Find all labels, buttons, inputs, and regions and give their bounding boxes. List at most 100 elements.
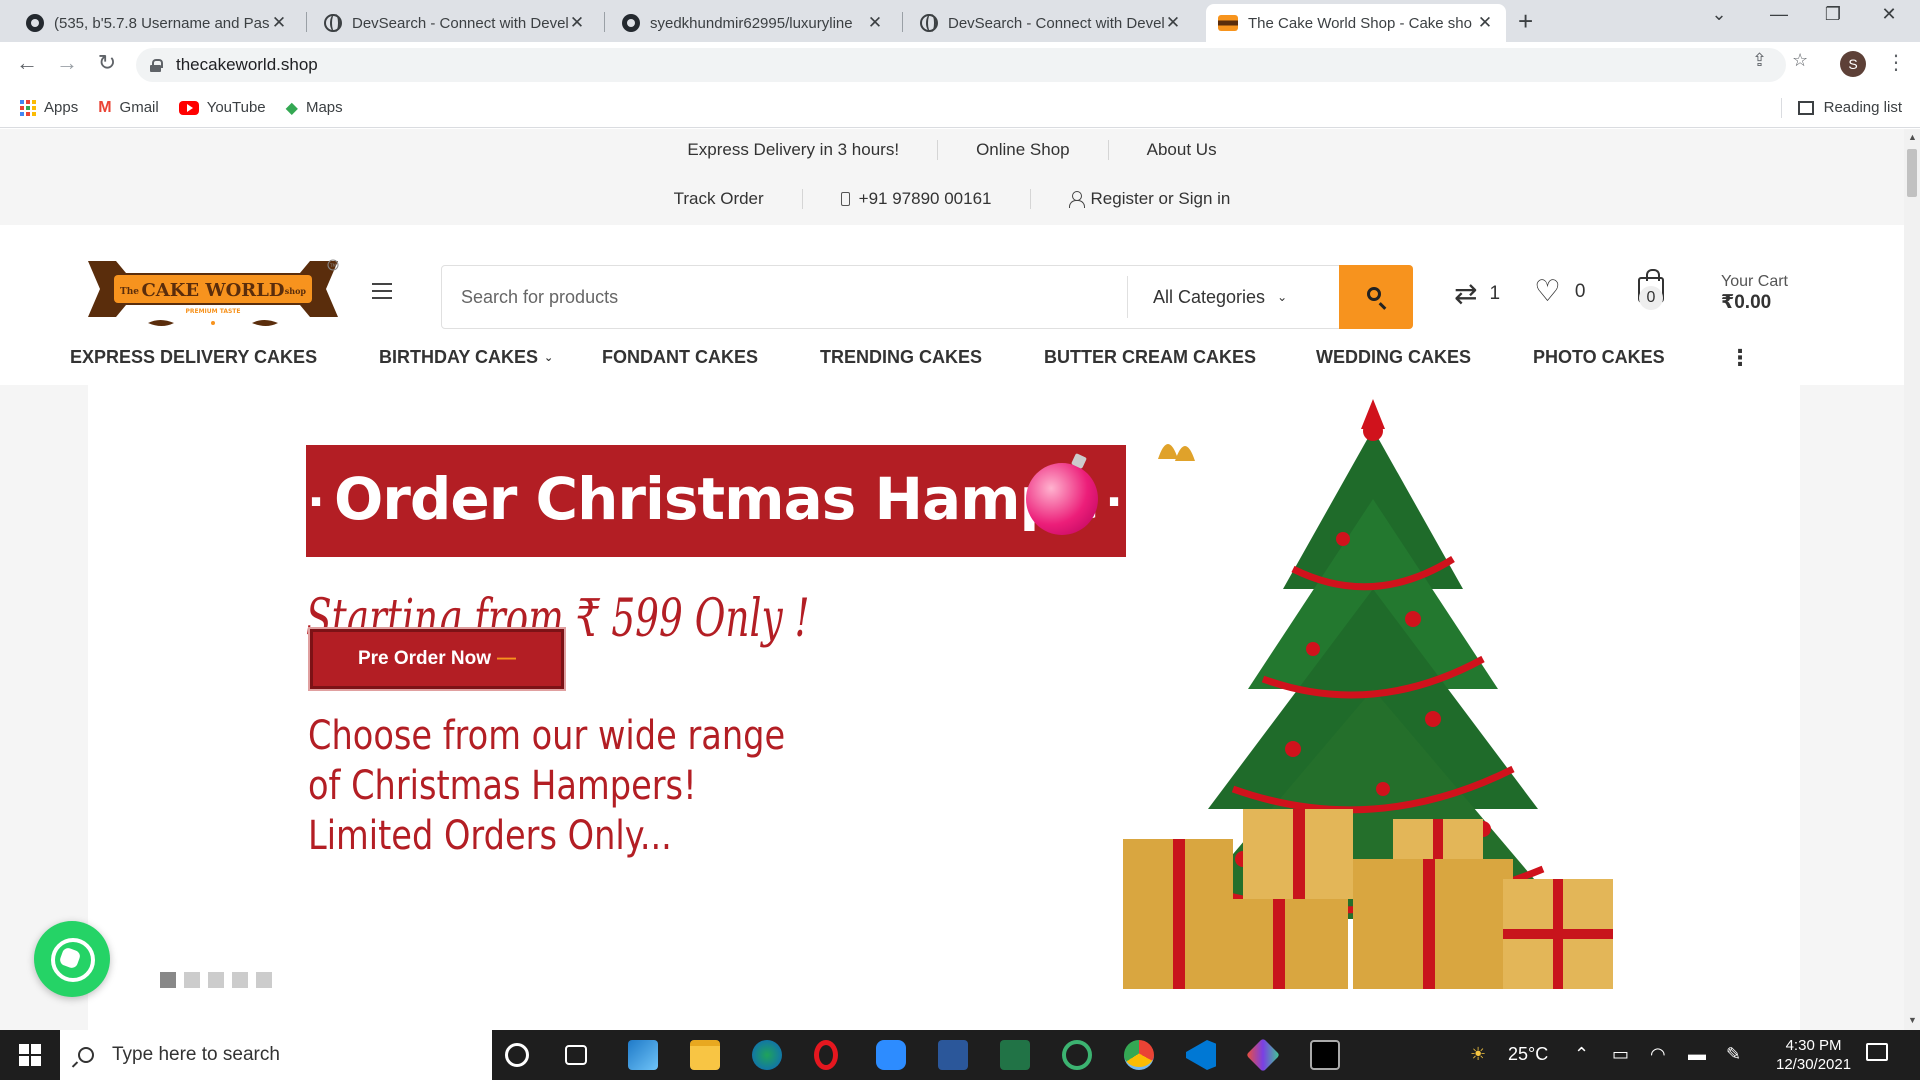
slider-dot[interactable] [208,972,224,988]
share-icon[interactable]: ⇪ [1752,50,1767,71]
file-explorer-icon[interactable] [690,1040,720,1070]
nav-butter-cream-cakes[interactable]: BUTTER CREAM CAKES [1044,347,1256,368]
nav-express-delivery-cakes[interactable]: EXPRESS DELIVERY CAKES [70,347,317,368]
opera-icon[interactable] [814,1040,838,1070]
pre-order-button[interactable]: Pre Order Now — [310,629,564,689]
slider-dot[interactable] [232,972,248,988]
restore-icon[interactable]: ❐ [1810,4,1856,25]
slider-dot[interactable] [160,972,176,988]
nav-birthday-cakes[interactable]: BIRTHDAY CAKES ⌄ [379,347,553,368]
track-order-link[interactable]: Track Order [674,189,764,209]
file-transfer-icon[interactable] [628,1040,658,1070]
wishlist-button[interactable]: ♡ 0 [1534,277,1585,307]
taskbar-search[interactable]: Type here to search [60,1030,492,1080]
tray-chevron-up-icon[interactable]: ⌃ [1574,1044,1589,1065]
online-shop-link[interactable]: Online Shop [976,140,1070,160]
pen-icon[interactable]: ✎ [1726,1044,1741,1065]
wifi-icon[interactable]: ◠ [1650,1044,1666,1065]
browser-tab[interactable]: DevSearch - Connect with Develo ✕ [312,4,598,42]
git-app-icon[interactable] [1246,1038,1280,1072]
gmail-icon: M [98,98,112,116]
page-scrollbar[interactable]: ▲ ▼ [1904,129,1920,1030]
lock-icon[interactable] [150,58,163,72]
close-window-icon[interactable]: ✕ [1866,4,1912,25]
close-icon[interactable]: ✕ [866,13,884,33]
more-menu-icon[interactable]: ⋮ [1729,347,1751,369]
browser-tab[interactable]: DevSearch - Connect with Develo ✕ [908,4,1194,42]
menu-hamburger-icon[interactable] [372,283,392,304]
close-icon[interactable]: ✕ [270,13,288,33]
cake-world-logo[interactable]: The CAKE WORLD shop PREMIUM TASTE TM [86,259,340,329]
forward-icon[interactable]: → [52,50,82,76]
task-view-icon[interactable] [565,1045,587,1065]
edge-icon[interactable] [752,1040,782,1070]
close-icon[interactable]: ✕ [1164,13,1182,33]
back-icon[interactable]: ← [12,50,42,76]
about-us-link[interactable]: About Us [1147,140,1217,160]
slider-dot[interactable] [184,972,200,988]
bookmark-maps[interactable]: ◆ Maps [286,98,343,118]
page-viewport: Express Delivery in 3 hours! Online Shop… [0,129,1904,1030]
close-icon[interactable]: ✕ [1476,13,1494,33]
scroll-thumb[interactable] [1907,149,1917,197]
reading-list-icon [1797,100,1814,115]
omnibox[interactable]: thecakeworld.shop [136,48,1786,82]
browser-tab[interactable]: syedkhundmir62995/luxuryline ✕ [610,4,896,42]
minimize-icon[interactable]: — [1756,4,1802,25]
clock-time: 4:30 PM [1785,1037,1842,1054]
whatsapp-chat-button[interactable] [34,921,110,997]
slider-pagination [160,972,280,988]
logo-name: CAKE WORLD [141,280,284,301]
taskbar-clock[interactable]: 4:30 PM 12/30/2021 [1776,1036,1851,1074]
excel-icon[interactable] [1000,1040,1030,1070]
url-text[interactable]: thecakeworld.shop [176,55,318,75]
hero-slider: . Order Christmas Hampe . Starting from … [88,385,1800,1030]
tab-search-icon[interactable]: ⌄ [1696,4,1742,25]
reading-list-button[interactable]: Reading list [1780,97,1902,118]
word-icon[interactable] [938,1040,968,1070]
scroll-up-icon[interactable]: ▲ [1908,132,1917,142]
tab-title: DevSearch - Connect with Develo [948,14,1164,32]
bookmark-apps[interactable]: Apps [20,99,78,116]
nav-photo-cakes[interactable]: PHOTO CAKES [1533,347,1665,368]
nav-wedding-cakes[interactable]: WEDDING CAKES [1316,347,1471,368]
zoom-icon[interactable] [876,1040,906,1070]
meet-now-icon[interactable]: ▭ [1612,1044,1629,1065]
new-tab-button[interactable]: + [1518,6,1533,37]
search-input[interactable] [442,266,1127,328]
reload-icon[interactable]: ↻ [92,50,122,76]
star-icon[interactable]: ☆ [1792,50,1808,71]
scroll-down-icon[interactable]: ▼ [1908,1015,1917,1025]
notification-icon[interactable] [1866,1043,1888,1061]
category-select[interactable]: All Categories ⌄ [1127,276,1339,318]
terminal-icon[interactable] [1310,1040,1340,1070]
green-app-icon[interactable] [1062,1040,1092,1070]
nav-fondant-cakes[interactable]: FONDANT CAKES [602,347,758,368]
weather-temp[interactable]: 25°C [1508,1044,1548,1065]
browser-tab-active[interactable]: The Cake World Shop - Cake sho ✕ [1206,4,1506,42]
bookmark-gmail[interactable]: M Gmail [98,99,159,117]
hero-description: Choose from our wide range of Christmas … [308,711,896,861]
site-header: The CAKE WORLD shop PREMIUM TASTE TM All… [0,225,1904,335]
browser-menu-icon[interactable]: ⋮ [1886,50,1906,75]
cart-count-badge: 0 [1639,286,1663,310]
slider-dot[interactable] [256,972,272,988]
battery-icon[interactable]: ▬ [1688,1044,1706,1065]
windows-start-icon[interactable] [0,1030,60,1080]
compare-button[interactable]: ⇄ 1 [1454,277,1500,310]
express-delivery-link[interactable]: Express Delivery in 3 hours! [687,140,899,160]
chrome-icon[interactable] [1124,1040,1154,1070]
vscode-icon[interactable] [1186,1040,1216,1070]
cortana-icon[interactable] [505,1043,529,1067]
profile-avatar[interactable]: S [1840,51,1866,77]
bookmark-youtube[interactable]: YouTube [178,99,266,116]
close-icon[interactable]: ✕ [568,13,586,33]
nav-trending-cakes[interactable]: TRENDING CAKES [820,347,982,368]
search-button[interactable] [1339,265,1413,329]
browser-tab[interactable]: (535, b'5.7.8 Username and Passw ✕ [14,4,300,42]
weather-icon[interactable]: ☀ [1470,1044,1486,1065]
hero-banner-title: Order Christmas Hampe [334,465,1099,533]
phone-link[interactable]: +91 97890 00161 [840,189,992,209]
cart-summary[interactable]: Your Cart ₹0.00 [1721,273,1788,314]
signin-link[interactable]: Register or Sign in [1068,189,1230,209]
